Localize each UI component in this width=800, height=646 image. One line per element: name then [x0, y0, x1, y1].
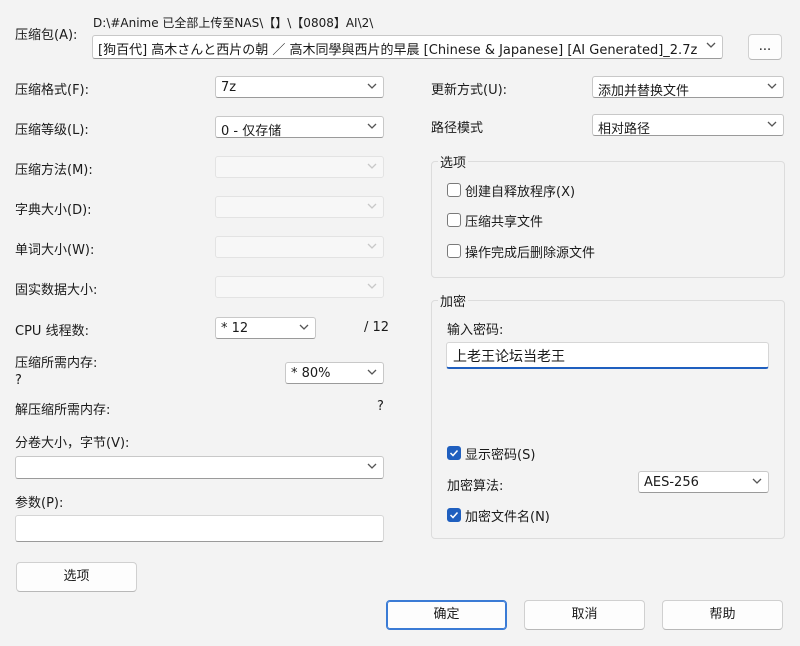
method-select [215, 156, 384, 178]
browse-button[interactable]: ... [748, 34, 782, 60]
word-label: 单词大小(W): [15, 243, 95, 258]
password-value: 上老王论坛当老王 [453, 349, 565, 365]
archive-filename-combo[interactable]: [狗百代] 高木さんと西片の朝 ／ 高木同學與西片的早晨 [Chinese & … [92, 35, 723, 59]
enc-method-label: 加密算法: [447, 479, 504, 494]
archive-path: D:\#Anime 已全部上传至NAS\【】\【0808】AI\2\ [93, 16, 374, 30]
encrypt-names-checkbox[interactable] [447, 508, 461, 522]
password-label: 输入密码: [447, 323, 504, 338]
decomp-question: ? [377, 399, 384, 414]
delete-after-label[interactable]: 操作完成后删除源文件 [465, 242, 595, 261]
word-select [215, 236, 384, 258]
chevron-down-icon [706, 42, 716, 48]
check-icon [449, 511, 459, 519]
path-mode-value: 相对路径 [598, 122, 651, 137]
solid-label: 固实数据大小: [15, 283, 98, 298]
dict-select [215, 196, 384, 218]
solid-select [215, 276, 384, 298]
archive-filename: [狗百代] 高木さんと西片の朝 ／ 高木同學與西片的早晨 [Chinese & … [98, 43, 698, 58]
chevron-down-icon [367, 203, 377, 209]
method-label: 压缩方法(M): [15, 163, 93, 178]
threads-select[interactable]: * 12 [215, 317, 316, 339]
update-select[interactable]: 添加并替换文件 [592, 76, 784, 99]
chevron-down-icon [752, 478, 762, 484]
chevron-down-icon [367, 83, 377, 89]
sfx-label[interactable]: 创建自释放程序(X) [465, 181, 575, 200]
chevron-down-icon [367, 369, 377, 375]
update-label: 更新方式(U): [431, 83, 508, 98]
shared-checkbox[interactable] [447, 213, 461, 227]
shared-label[interactable]: 压缩共享文件 [465, 211, 543, 230]
show-password-label[interactable]: 显示密码(S) [465, 444, 535, 463]
mem-value: * 80% [291, 366, 331, 381]
chevron-down-icon [367, 163, 377, 169]
sfx-checkbox[interactable] [447, 183, 461, 197]
encrypt-names-label[interactable]: 加密文件名(N) [465, 506, 550, 525]
params-input[interactable] [15, 515, 384, 542]
options-group-title: 选项 [438, 152, 469, 171]
level-select[interactable]: 0 - 仅存储 [215, 116, 384, 139]
level-label: 压缩等级(L): [15, 123, 89, 138]
chevron-down-icon [367, 123, 377, 129]
update-value: 添加并替换文件 [598, 84, 690, 99]
threads-label: CPU 线程数: [15, 324, 89, 339]
chevron-down-icon [367, 283, 377, 289]
chevron-down-icon [767, 121, 777, 127]
chevron-down-icon [367, 463, 377, 469]
decomp-label: 解压缩所需内存: [15, 403, 111, 418]
mem-select[interactable]: * 80% [285, 362, 384, 384]
password-input[interactable]: 上老王论坛当老王 [446, 342, 769, 369]
help-button[interactable]: 帮助 [662, 600, 783, 630]
format-select[interactable]: 7z [215, 76, 384, 98]
enc-method-value: AES-256 [644, 475, 699, 490]
cancel-button[interactable]: 取消 [524, 600, 645, 630]
dict-label: 字典大小(D): [15, 203, 92, 218]
path-mode-select[interactable]: 相对路径 [592, 114, 784, 137]
mem-question: ? [15, 373, 22, 388]
encryption-group-title: 加密 [438, 291, 469, 310]
params-label: 参数(P): [15, 496, 64, 511]
archive-label: 压缩包(A): [15, 28, 78, 43]
volume-label: 分卷大小，字节(V): [15, 436, 130, 451]
show-password-checkbox[interactable] [447, 446, 461, 460]
format-value: 7z [221, 80, 237, 95]
path-mode-label: 路径模式 [431, 121, 484, 136]
enc-method-select[interactable]: AES-256 [638, 471, 769, 493]
mem-label: 压缩所需内存: [15, 356, 98, 371]
ok-button[interactable]: 确定 [386, 600, 507, 630]
level-value: 0 - 仅存储 [221, 124, 282, 139]
delete-after-checkbox[interactable] [447, 244, 461, 258]
options-button[interactable]: 选项 [16, 562, 137, 592]
threads-value: * 12 [221, 321, 249, 336]
chevron-down-icon [299, 324, 309, 330]
chevron-down-icon [767, 83, 777, 89]
threads-max: / 12 [364, 320, 390, 335]
format-label: 压缩格式(F): [15, 83, 90, 98]
check-icon [449, 449, 459, 457]
chevron-down-icon [367, 243, 377, 249]
volume-select[interactable] [15, 456, 384, 479]
